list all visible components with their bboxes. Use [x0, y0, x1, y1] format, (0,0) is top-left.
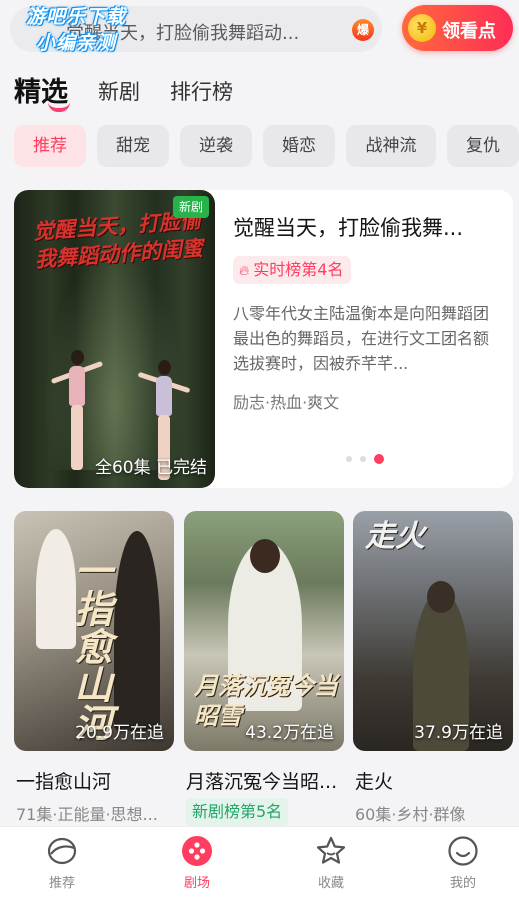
- chip-war-god[interactable]: 战神流: [346, 125, 436, 167]
- nav-favorites[interactable]: 收藏: [291, 835, 371, 891]
- actor-figure: [114, 531, 160, 731]
- new-drama-badge: 新剧: [172, 196, 209, 218]
- featured-poster[interactable]: 觉醒当天，打脸偷我舞蹈动作的闺蜜 新剧 全60集 已完结: [14, 190, 215, 488]
- dancer-figure: [50, 350, 104, 480]
- drama-poster[interactable]: 一指愈山河 20.9万在追: [14, 511, 174, 751]
- smile-profile-icon: [448, 836, 478, 866]
- chip-revenge[interactable]: 复仇: [447, 125, 519, 167]
- tab-rankings[interactable]: 排行榜: [170, 76, 233, 106]
- featured-tags: 励志·热血·爽文: [233, 393, 340, 412]
- nav-profile[interactable]: 我的: [423, 835, 503, 891]
- chip-sweet[interactable]: 甜宠: [97, 125, 169, 167]
- coin-icon: ¥: [408, 14, 436, 42]
- watch-points-button[interactable]: ¥ 领看点: [402, 5, 513, 51]
- follower-count: 37.9万在追: [414, 723, 503, 743]
- episode-status: 全60集 已完结: [94, 458, 207, 478]
- featured-description: 八零年代女主陆温衡本是向阳舞蹈团最出色的舞蹈员，在进行文工团名额选拔赛时，因被乔…: [233, 304, 490, 373]
- poster-title-art: 一指愈山河: [68, 551, 112, 741]
- chip-counterattack[interactable]: 逆袭: [180, 125, 252, 167]
- actress-head: [250, 539, 280, 573]
- follower-count: 20.9万在追: [75, 723, 164, 743]
- bottom-navigation: 推荐 剧场 收藏 我的: [0, 826, 519, 897]
- carousel-dot: [346, 456, 352, 462]
- nav-recommend[interactable]: 推荐: [22, 835, 102, 891]
- poster-title-art: 走火: [365, 519, 425, 554]
- tab-new-drama[interactable]: 新剧: [98, 76, 140, 106]
- watch-points-label: 领看点: [442, 21, 496, 42]
- drama-title[interactable]: 月落沉冤今当昭...: [186, 767, 346, 794]
- featured-drama-card[interactable]: 觉醒当天，打脸偷我舞蹈动作的闺蜜 新剧 全60集 已完结 觉醒当天，打脸偷我舞.…: [14, 190, 513, 488]
- drama-title[interactable]: 走火: [355, 767, 515, 794]
- nav-theater[interactable]: 剧场: [157, 835, 237, 891]
- star-icon: [316, 836, 346, 864]
- recommend-icon: [47, 837, 77, 865]
- watermark-logo: 游吧乐下载 小编亲测: [25, 6, 126, 54]
- actor-head: [427, 581, 455, 613]
- follower-count: 43.2万在追: [245, 723, 334, 743]
- carousel-dot-active: [374, 454, 384, 464]
- drama-meta: 60集·乡村·群像: [355, 805, 466, 824]
- theater-icon: [182, 836, 212, 866]
- carousel-dot: [360, 456, 366, 462]
- flame-icon: 🔥︎: [239, 263, 250, 279]
- featured-title[interactable]: 觉醒当天，打脸偷我舞...: [233, 212, 501, 242]
- drama-title[interactable]: 一指愈山河: [16, 767, 176, 794]
- chip-recommend[interactable]: 推荐: [14, 125, 86, 167]
- category-chips: 推荐 甜宠 逆袭 婚恋 战神流 复仇: [14, 125, 519, 167]
- drama-poster[interactable]: 月落沉冤今当昭雪 43.2万在追: [184, 511, 344, 751]
- realtime-rank-tag[interactable]: 🔥︎ 实时榜第4名: [233, 256, 352, 284]
- hot-fire-icon: 爆: [352, 19, 374, 41]
- new-drama-rank-badge[interactable]: 新剧榜第5名: [186, 798, 289, 826]
- top-bar: 觉醒当天，打脸偷我舞蹈动... 爆 游吧乐下载 小编亲测 ¥ 领看点: [0, 0, 519, 62]
- drama-meta: 71集·正能量·思想...: [16, 805, 158, 824]
- active-tab-indicator: [48, 102, 70, 112]
- chip-marriage[interactable]: 婚恋: [263, 125, 335, 167]
- drama-poster[interactable]: 走火 37.9万在追: [353, 511, 513, 751]
